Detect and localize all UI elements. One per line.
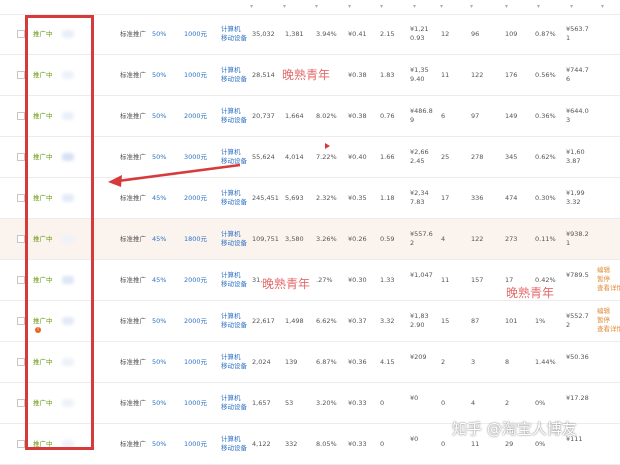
- zhihu-watermark: 知乎 @淘宝人博友: [452, 420, 577, 438]
- watermark-text: 晚熟青年: [506, 286, 555, 300]
- watermark-text: 晚熟青年: [262, 277, 311, 291]
- watermark-text: 晚熟青年: [282, 68, 331, 82]
